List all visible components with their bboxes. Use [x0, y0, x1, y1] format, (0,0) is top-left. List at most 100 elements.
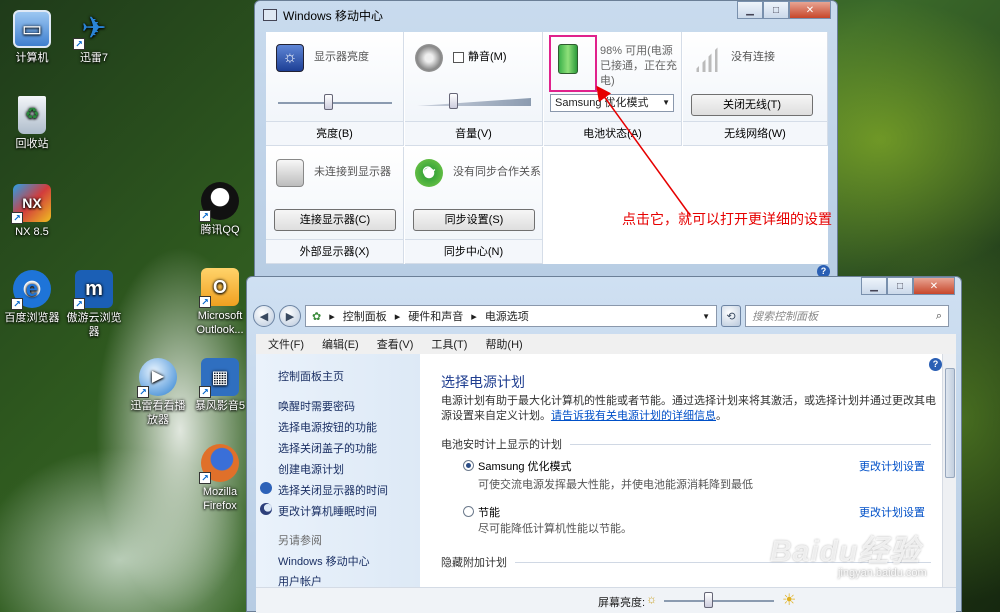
- menu-help[interactable]: 帮助(H): [485, 336, 522, 352]
- sync-icon[interactable]: ⟳: [415, 159, 443, 187]
- brightness-icon[interactable]: ☼: [276, 44, 304, 72]
- tile-wireless: 没有连接 关闭无线(T) 无线网络(W): [683, 32, 828, 146]
- refresh-button[interactable]: ⟲: [721, 305, 741, 327]
- sidebar-link-display-off[interactable]: 选择关闭显示器的时间: [278, 482, 388, 498]
- minimize-button[interactable]: ▁: [737, 1, 763, 19]
- maximize-button[interactable]: □: [763, 1, 789, 19]
- baidu-browser-icon: e ↗: [11, 270, 51, 310]
- wireless-signal-icon[interactable]: [693, 44, 721, 72]
- desktop-icon-computer[interactable]: ▭ 计算机: [0, 10, 64, 65]
- turn-off-wireless-button[interactable]: 关闭无线(T): [691, 94, 813, 116]
- volume-footer: 音量(V): [405, 121, 542, 145]
- sidebar: 控制面板主页 唤醒时需要密码 选择电源按钮的功能 选择关闭盖子的功能 创建电源计…: [256, 354, 420, 613]
- monitor-icon[interactable]: [276, 159, 304, 187]
- desktop-icon-baofeng[interactable]: ▦ ↗ 暴风影音5: [188, 358, 252, 413]
- power-plan-info-link[interactable]: 请告诉我有关电源计划的详细信息: [551, 410, 716, 422]
- plan-radio-power-saver[interactable]: [463, 506, 474, 517]
- change-plan-settings-link[interactable]: 更改计划设置: [859, 504, 925, 520]
- connect-display-button[interactable]: 连接显示器(C): [274, 209, 396, 231]
- mobility-tiles: ☼ 显示器亮度 亮度(B) 静音(M) 音量(V) 98% 可用(电源已接通，正…: [266, 32, 828, 264]
- change-plan-settings-link[interactable]: 更改计划设置: [859, 458, 925, 474]
- menu-view[interactable]: 查看(V): [377, 336, 414, 352]
- description-period: 。: [716, 410, 727, 422]
- menu-file[interactable]: 文件(F): [268, 336, 304, 352]
- scrollbar-thumb[interactable]: [945, 368, 955, 478]
- breadcrumb-separator: ▸: [394, 310, 401, 323]
- baidu-watermark-url: jingyan.baidu.com: [838, 567, 927, 579]
- desktop-icon-nx[interactable]: NX ↗ NX 8.5: [0, 184, 64, 239]
- menu-edit[interactable]: 编辑(E): [322, 336, 359, 352]
- search-input[interactable]: 搜索控制面板 ⌕: [745, 305, 949, 327]
- qq-penguin-icon: ↗: [199, 182, 239, 222]
- maximize-button[interactable]: □: [887, 277, 913, 295]
- desktop-icon-outlook[interactable]: O ↗ Microsoft Outlook...: [188, 268, 252, 337]
- sidebar-link-wake-password[interactable]: 唤醒时需要密码: [278, 398, 355, 414]
- sync-footer: 同步中心(N): [405, 239, 542, 263]
- close-button[interactable]: ✕: [789, 1, 831, 19]
- see-also-label: 另请参阅: [278, 535, 322, 547]
- sync-status: 没有同步合作关系: [453, 166, 541, 178]
- plan-description: 可使交流电源发挥最大性能，并使电池能源消耗降到最低: [478, 479, 753, 491]
- speaker-icon[interactable]: [415, 44, 443, 72]
- close-button[interactable]: ✕: [913, 277, 955, 295]
- volume-slider-thumb[interactable]: [449, 93, 458, 109]
- help-icon[interactable]: ?: [929, 358, 942, 371]
- desktop-icon-label: NX 8.5: [15, 226, 49, 238]
- plan-radio-samsung[interactable]: [463, 460, 474, 471]
- desktop-icon-firefox[interactable]: ↗ Mozilla Firefox: [188, 444, 252, 513]
- sleep-moon-icon: [260, 503, 272, 515]
- desktop-icon-label: 暴风影音5: [194, 400, 246, 412]
- desktop-icon-label: 迅雷看看播放器: [130, 400, 186, 426]
- mute-checkbox-row[interactable]: 静音(M): [453, 50, 507, 65]
- desktop-icon-recycle-bin[interactable]: ♻ 回收站: [0, 96, 64, 151]
- control-panel-icon: ✿: [312, 310, 322, 323]
- desktop-icon-baidu-browser[interactable]: e ↗ 百度浏览器: [0, 270, 64, 325]
- desktop-icon-label: 百度浏览器: [4, 312, 60, 324]
- battery-highlight-box: [549, 35, 597, 92]
- breadcrumb-separator: ▸: [329, 310, 335, 323]
- wireless-status: 没有连接: [731, 51, 775, 63]
- power-plan-dropdown[interactable]: Samsung 优化模式 ▼: [550, 94, 674, 112]
- brightness-slider[interactable]: [278, 94, 392, 110]
- breadcrumb-item[interactable]: 控制面板: [343, 308, 387, 324]
- sidebar-link-sleep[interactable]: 更改计算机睡眠时间: [278, 503, 377, 519]
- sidebar-link-create-plan[interactable]: 创建电源计划: [278, 461, 344, 477]
- desktop-icon-qq[interactable]: ↗ 腾讯QQ: [188, 182, 252, 237]
- window-title: Windows 移动中心: [283, 8, 384, 23]
- desktop-icon-thunder[interactable]: ✈ ↗ 迅雷7: [62, 10, 126, 65]
- vertical-scrollbar[interactable]: [942, 354, 956, 613]
- breadcrumb-item[interactable]: 硬件和声音: [408, 308, 463, 324]
- mobility-center-window: Windows 移动中心 ▁ □ ✕ ☼ 显示器亮度 亮度(B) 静音(M) 音…: [254, 0, 838, 278]
- desktop-icon-maxthon[interactable]: m ↗ 傲游云浏览器: [62, 270, 126, 339]
- thunder-bird-icon: ✈ ↗: [73, 10, 113, 50]
- back-button[interactable]: ◀: [253, 305, 275, 327]
- search-placeholder: 搜索控制面板: [752, 311, 818, 323]
- screen-brightness-thumb[interactable]: [704, 592, 713, 608]
- xunlei-kankan-icon: ▶ ↗: [137, 358, 177, 398]
- desktop-icon-xunlei-kankan[interactable]: ▶ ↗ 迅雷看看播放器: [126, 358, 190, 427]
- desktop-icon-label: 腾讯QQ: [200, 224, 240, 236]
- window-controls: ▁ □ ✕: [861, 277, 955, 295]
- brightness-slider-thumb[interactable]: [324, 94, 333, 110]
- screen-brightness-slider[interactable]: [664, 592, 774, 608]
- breadcrumb-item[interactable]: 电源选项: [485, 308, 529, 324]
- section-battery-plans: 电池安时计上显示的计划: [441, 436, 931, 452]
- mute-checkbox[interactable]: [453, 52, 464, 63]
- plan-name[interactable]: Samsung 优化模式: [478, 458, 572, 474]
- sidebar-home-link[interactable]: 控制面板主页: [278, 368, 344, 384]
- plan-name[interactable]: 节能: [478, 504, 500, 520]
- sidebar-link-power-button[interactable]: 选择电源按钮的功能: [278, 419, 377, 435]
- baidu-watermark: Baidu经验: [770, 535, 921, 568]
- address-bar[interactable]: ✿ ▸ 控制面板 ▸ 硬件和声音 ▸ 电源选项 ▼: [305, 305, 717, 327]
- sidebar-link-lid[interactable]: 选择关闭盖子的功能: [278, 440, 377, 456]
- chevron-down-icon[interactable]: ▼: [702, 312, 710, 321]
- forward-button[interactable]: ▶: [279, 305, 301, 327]
- sidebar-link-mobility-center[interactable]: Windows 移动中心: [278, 553, 370, 569]
- nx-icon: NX ↗: [11, 184, 51, 224]
- menu-bar: 文件(F) 编辑(E) 查看(V) 工具(T) 帮助(H): [256, 334, 956, 354]
- menu-tools[interactable]: 工具(T): [431, 336, 467, 352]
- sync-settings-button[interactable]: 同步设置(S): [413, 209, 535, 231]
- volume-slider[interactable]: [417, 98, 531, 106]
- minimize-button[interactable]: ▁: [861, 277, 887, 295]
- search-icon[interactable]: ⌕: [936, 310, 942, 323]
